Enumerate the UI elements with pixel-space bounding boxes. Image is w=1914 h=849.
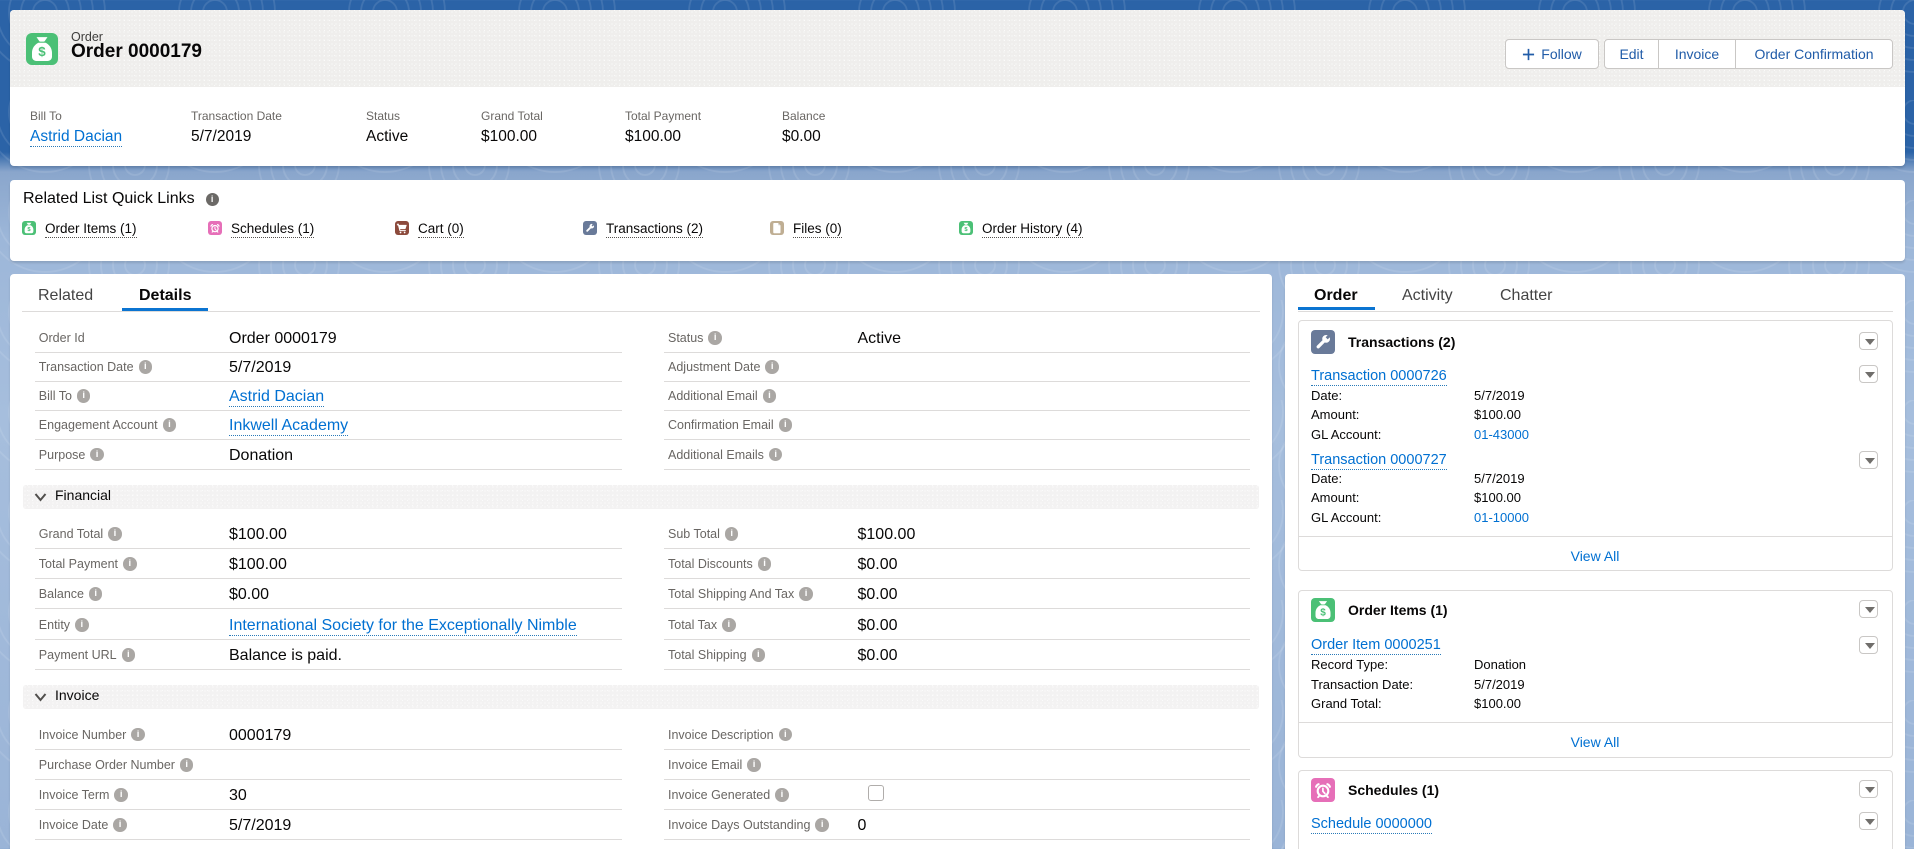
svg-text:$: $ xyxy=(1320,607,1326,618)
svg-text:$: $ xyxy=(38,44,46,59)
